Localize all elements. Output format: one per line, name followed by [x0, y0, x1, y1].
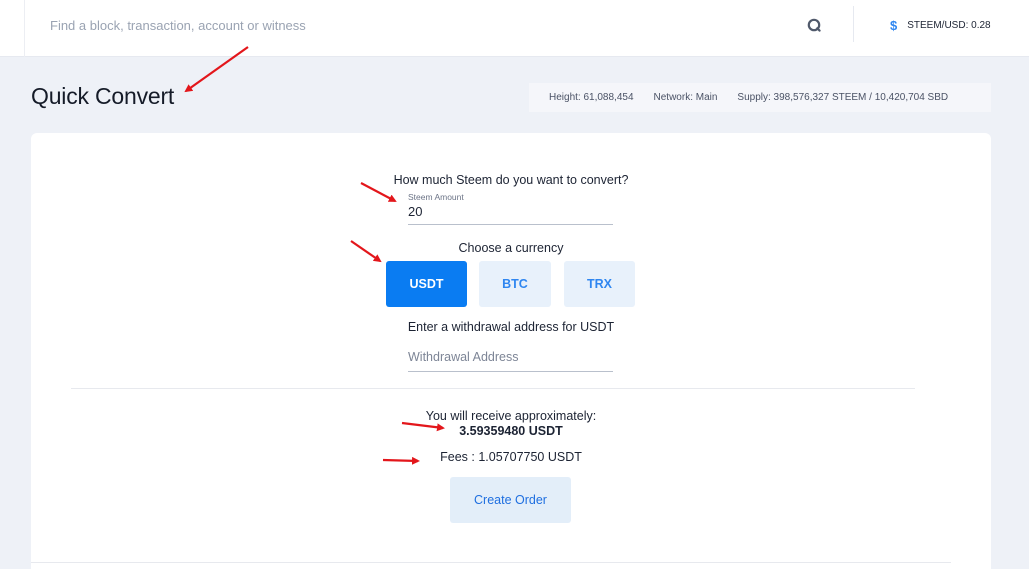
page-title: Quick Convert	[31, 83, 175, 109]
currency-label: Choose a currency	[458, 241, 564, 255]
price-ticker: $ STEEM/USD: 0.28	[890, 16, 991, 34]
withdrawal-address-input[interactable]	[408, 350, 608, 364]
currency-btc-button[interactable]: BTC	[479, 261, 551, 307]
receive-label: You will receive approximately:	[425, 409, 597, 423]
currency-usdt-button[interactable]: USDT	[386, 261, 467, 307]
search-icon[interactable]	[805, 16, 823, 34]
steem-amount-input[interactable]	[408, 204, 608, 219]
withdrawal-address-label: Enter a withdrawal address for USDT	[407, 320, 615, 334]
steem-amount-label: Steem Amount	[408, 192, 464, 202]
stat-height: Height: 61,088,454	[549, 92, 634, 103]
steem-amount-field: Steem Amount	[408, 190, 613, 225]
fees-text: Fees : 1.05707750 USDT	[440, 450, 582, 464]
section-divider	[71, 388, 915, 389]
top-bar: $ STEEM/USD: 0.28	[0, 0, 1029, 57]
price-label: STEEM/USD: 0.28	[907, 19, 991, 31]
amount-question: How much Steem do you want to convert?	[393, 173, 629, 187]
header-divider	[853, 6, 854, 42]
convert-card: How much Steem do you want to convert? S…	[31, 133, 991, 569]
bottom-divider	[31, 562, 951, 563]
stat-network: Network: Main	[653, 92, 718, 103]
receive-amount: 3.59359480 USDT	[459, 424, 563, 438]
currency-trx-button[interactable]: TRX	[564, 261, 635, 307]
stat-supply: Supply: 398,576,327 STEEM / 10,420,704 S…	[737, 92, 949, 103]
withdrawal-address-field	[408, 345, 613, 372]
dollar-icon: $	[890, 17, 898, 33]
search-input[interactable]	[50, 14, 770, 36]
top-bar-edge	[24, 0, 25, 57]
create-order-button[interactable]: Create Order	[450, 477, 571, 523]
chain-stats-bar: Height: 61,088,454 Network: Main Supply:…	[529, 83, 991, 112]
